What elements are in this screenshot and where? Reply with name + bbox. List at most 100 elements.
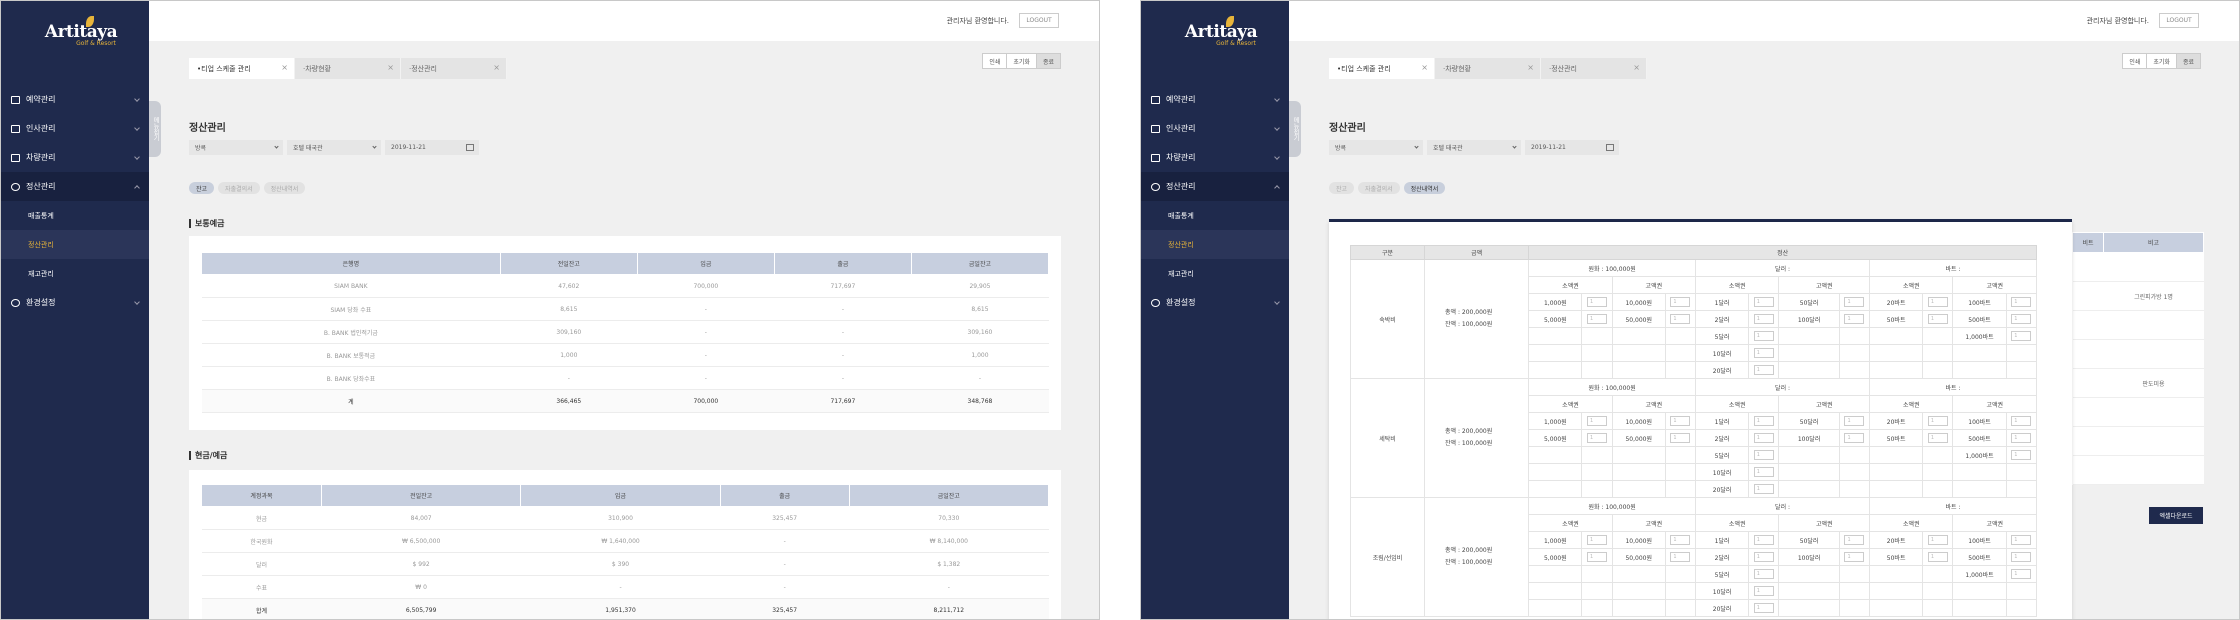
sidebar-item-reservation[interactable]: 예약관리	[1, 85, 149, 114]
amount-input[interactable]: 1	[1587, 416, 1608, 426]
sidebar-subitem-settlement[interactable]: 정산관리	[1141, 230, 1289, 259]
sidebar-item-vehicle[interactable]: 차량관리	[1141, 143, 1289, 172]
calendar-icon[interactable]	[466, 144, 474, 151]
pill-settlement-statement[interactable]: 정산내역서	[263, 182, 306, 194]
amount-input[interactable]: 1	[2011, 416, 2032, 426]
sidebar-item-settlement[interactable]: 정산관리	[1, 172, 149, 201]
amount-input[interactable]: 1	[1927, 552, 1948, 562]
amount-input[interactable]: 1	[1844, 314, 1865, 324]
close-icon[interactable]: ×	[1633, 63, 1640, 72]
logout-button[interactable]: LOGOUT	[2159, 13, 2199, 28]
amount-input[interactable]: 1	[1753, 552, 1774, 562]
amount-input[interactable]: 1	[2011, 331, 2032, 341]
amount-input[interactable]: 1	[1753, 314, 1774, 324]
close-icon[interactable]: ×	[387, 63, 394, 72]
amount-input[interactable]: 1	[1844, 552, 1865, 562]
amount-input[interactable]: 1	[1587, 535, 1608, 545]
tab-teeup-schedule[interactable]: • 티업 스케줄 관리 ×	[189, 58, 295, 79]
reset-button[interactable]: 초기화	[2146, 53, 2177, 69]
sidebar-subitem-sales-stats[interactable]: 매출통계	[1, 201, 149, 230]
amount-input[interactable]: 1	[1587, 552, 1608, 562]
logout-button[interactable]: LOGOUT	[1019, 13, 1059, 28]
excel-download-button[interactable]: 엑셀다운로드	[2149, 507, 2203, 524]
pill-balance[interactable]: 잔고	[1329, 182, 1355, 194]
close-icon[interactable]: ×	[281, 63, 288, 72]
amount-input[interactable]: 1	[1753, 535, 1774, 545]
amount-input[interactable]: 1	[2011, 314, 2032, 324]
menu-fold-handle[interactable]: 메뉴접기	[149, 101, 161, 157]
amount-input[interactable]: 1	[1670, 552, 1691, 562]
tab-teeup-schedule[interactable]: • 티업 스케줄 관리 ×	[1329, 58, 1435, 79]
sidebar-item-settings[interactable]: 환경설정	[1, 288, 149, 317]
amount-input[interactable]: 1	[1927, 314, 1948, 324]
place-select[interactable]: 호텔 태국관	[287, 140, 381, 155]
sidebar-item-settings[interactable]: 환경설정	[1141, 288, 1289, 317]
amount-input[interactable]: 1	[1670, 535, 1691, 545]
amount-input[interactable]: 1	[1844, 297, 1865, 307]
amount-input[interactable]: 1	[1753, 586, 1774, 596]
pill-settlement-statement[interactable]: 정산내역서	[1403, 182, 1446, 194]
amount-input[interactable]: 1	[2011, 297, 2032, 307]
amount-input[interactable]: 1	[1753, 450, 1774, 460]
tab-vehicle-status[interactable]: · 차량현황 ×	[1435, 58, 1541, 79]
branch-select[interactable]: 방콕	[189, 140, 283, 155]
place-select[interactable]: 호텔 태국관	[1427, 140, 1521, 155]
sidebar-item-hr[interactable]: 인사관리	[1, 114, 149, 143]
close-icon[interactable]: ×	[1527, 63, 1534, 72]
amount-input[interactable]: 1	[1753, 433, 1774, 443]
sidebar-subitem-inventory[interactable]: 재고관리	[1, 259, 149, 288]
reset-button[interactable]: 초기화	[1006, 53, 1037, 69]
amount-input[interactable]: 1	[1753, 484, 1774, 494]
tab-settlement[interactable]: · 정산관리 ×	[401, 58, 507, 79]
close-button[interactable]: 종료	[1035, 53, 1061, 69]
pill-balance[interactable]: 잔고	[189, 182, 215, 194]
amount-input[interactable]: 1	[2011, 569, 2032, 579]
logo[interactable]: Artitaya Golf & Resort	[41, 16, 121, 51]
amount-input[interactable]: 1	[2011, 535, 2032, 545]
amount-input[interactable]: 1	[2011, 433, 2032, 443]
amount-input[interactable]: 1	[2011, 552, 2032, 562]
sidebar-item-vehicle[interactable]: 차량관리	[1, 143, 149, 172]
amount-input[interactable]: 1	[1670, 314, 1691, 324]
amount-input[interactable]: 1	[1753, 603, 1774, 613]
amount-input[interactable]: 1	[1844, 535, 1865, 545]
close-button[interactable]: 종료	[2175, 53, 2201, 69]
amount-input[interactable]: 1	[1587, 433, 1608, 443]
amount-input[interactable]: 1	[1670, 433, 1691, 443]
amount-input[interactable]: 1	[1753, 365, 1774, 375]
amount-input[interactable]: 1	[1753, 348, 1774, 358]
amount-input[interactable]: 1	[1587, 297, 1608, 307]
branch-select[interactable]: 방콕	[1329, 140, 1423, 155]
date-picker[interactable]: 2019-11-21	[1525, 140, 1619, 155]
amount-input[interactable]: 1	[2011, 450, 2032, 460]
print-button[interactable]: 인쇄	[2122, 53, 2148, 69]
close-icon[interactable]: ×	[1421, 63, 1428, 72]
amount-input[interactable]: 1	[1753, 297, 1774, 307]
amount-input[interactable]: 1	[1844, 416, 1865, 426]
menu-fold-handle[interactable]: 메뉴접기	[1289, 101, 1301, 157]
amount-input[interactable]: 1	[1753, 331, 1774, 341]
print-button[interactable]: 인쇄	[982, 53, 1008, 69]
tab-vehicle-status[interactable]: · 차량현황 ×	[295, 58, 401, 79]
amount-input[interactable]: 1	[1670, 297, 1691, 307]
pill-expense-report[interactable]: 자출결의서	[218, 182, 260, 194]
amount-input[interactable]: 1	[1753, 467, 1774, 477]
tab-settlement[interactable]: · 정산관리 ×	[1541, 58, 1647, 79]
close-icon[interactable]: ×	[493, 63, 500, 72]
sidebar-subitem-inventory[interactable]: 재고관리	[1141, 259, 1289, 288]
date-picker[interactable]: 2019-11-21	[385, 140, 479, 155]
amount-input[interactable]: 1	[1753, 416, 1774, 426]
amount-input[interactable]: 1	[1670, 416, 1691, 426]
pill-expense-report[interactable]: 자출결의서	[1358, 182, 1400, 194]
sidebar-item-hr[interactable]: 인사관리	[1141, 114, 1289, 143]
amount-input[interactable]: 1	[1927, 433, 1948, 443]
amount-input[interactable]: 1	[1753, 569, 1774, 579]
logo[interactable]: Artitaya Golf & Resort	[1181, 16, 1261, 51]
sidebar-item-settlement[interactable]: 정산관리	[1141, 172, 1289, 201]
sidebar-item-reservation[interactable]: 예약관리	[1141, 85, 1289, 114]
amount-input[interactable]: 1	[1927, 297, 1948, 307]
amount-input[interactable]: 1	[1587, 314, 1608, 324]
sidebar-subitem-sales-stats[interactable]: 매출통계	[1141, 201, 1289, 230]
sidebar-subitem-settlement[interactable]: 정산관리	[1, 230, 149, 259]
amount-input[interactable]: 1	[1844, 433, 1865, 443]
